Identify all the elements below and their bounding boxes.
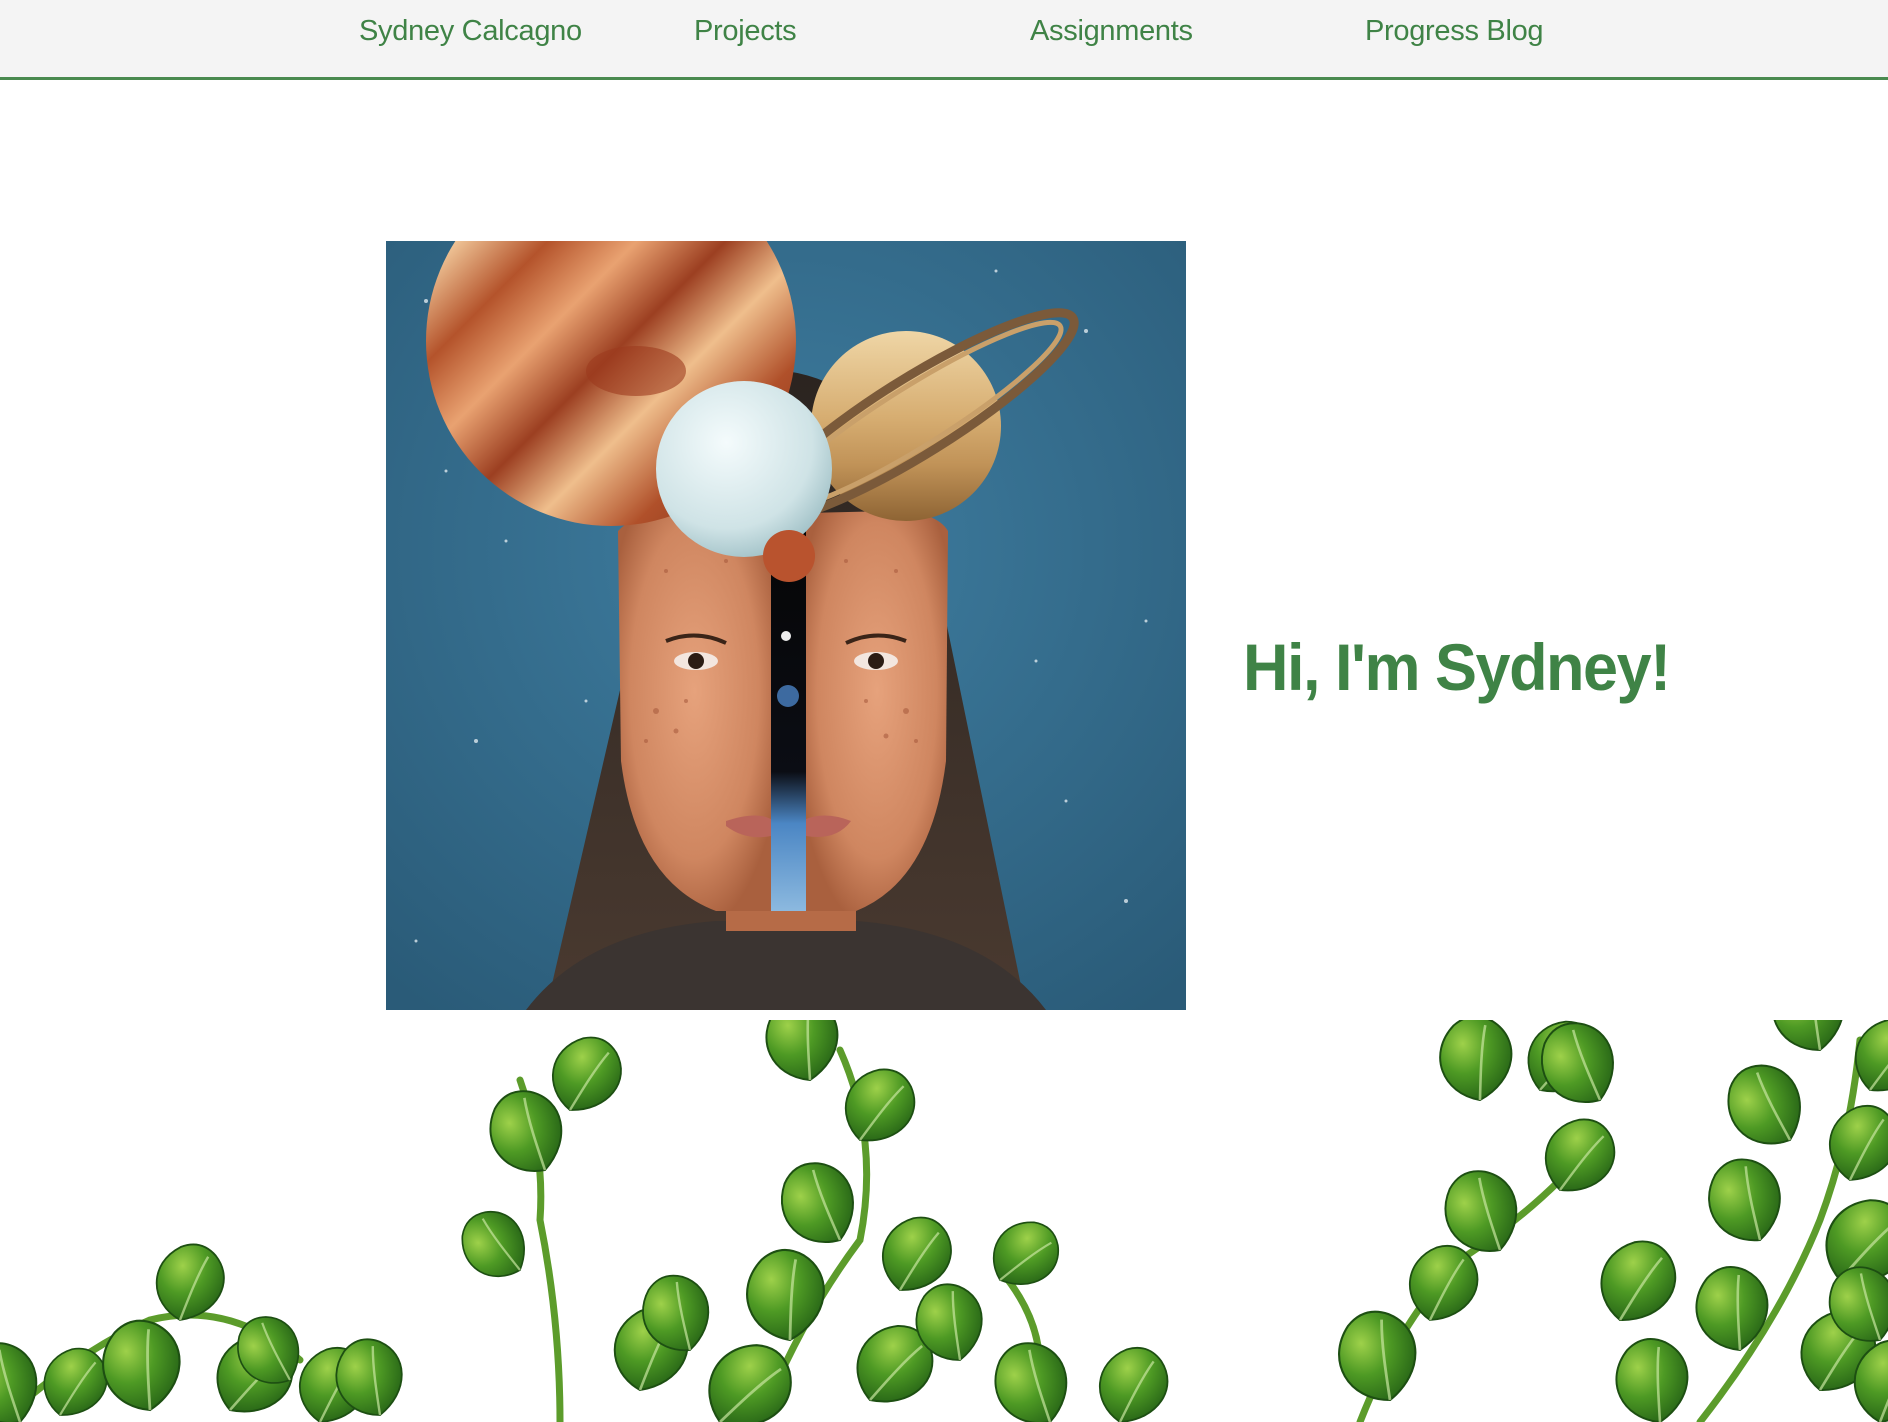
hero-greeting: Hi, I'm Sydney! <box>1243 631 1671 705</box>
nav-item-projects[interactable]: Projects <box>694 15 797 48</box>
nav-item-assignments[interactable]: Assignments <box>1030 15 1193 48</box>
page: Sydney Calcagno Projects Assignments Pro… <box>0 0 1888 1422</box>
profile-collage-image <box>386 241 1186 1010</box>
nav-brand-link[interactable]: Sydney Calcagno <box>359 15 582 48</box>
ivy-vines-border <box>0 1020 1888 1422</box>
nav-item-progress-blog[interactable]: Progress Blog <box>1365 15 1544 48</box>
top-navbar: Sydney Calcagno Projects Assignments Pro… <box>0 0 1888 80</box>
